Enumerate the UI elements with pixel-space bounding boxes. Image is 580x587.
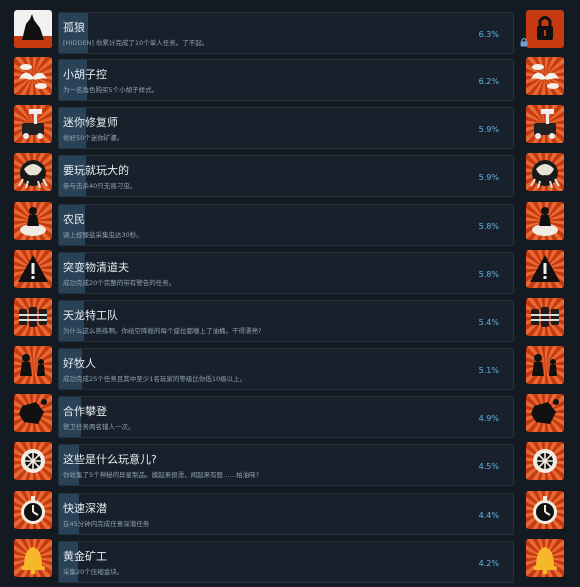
shepherd-icon: [526, 346, 564, 384]
achievement-panel: 迷你修复师修好50个迷你矿骡。 5.9%: [58, 107, 514, 149]
unlock-percent: 4.5%: [478, 462, 499, 471]
achievement-description: 修好50个迷你矿骡。: [63, 134, 124, 142]
achievement-description: 参与击杀40只无畏刁虫。: [63, 182, 137, 190]
achievement-description: 在45分钟内完成任意深潜任务: [63, 520, 150, 528]
barrels-icon: [14, 298, 52, 336]
repair-hammer-icon: [526, 105, 564, 143]
repair-hammer-icon: [14, 105, 52, 143]
shepherd-icon: [14, 346, 52, 384]
achievement-title: 黄金矿工: [63, 550, 107, 563]
achievement-panel: 要玩就玩大的参与击杀40只无畏刁虫。 5.9%: [58, 155, 514, 197]
achievement-title: 农民: [63, 213, 85, 226]
warning-icon: [526, 250, 564, 288]
achievement-description: 为什么这么熟练啊。你给空降舱的每个座位都缠上了油桶。干得漂亮?: [63, 327, 262, 335]
gold-bell-icon: [14, 539, 52, 577]
achievement-row[interactable]: 孤狼 [HIDDEN] 你累计完成了10个单人任务。了不起。 6.3%: [0, 10, 580, 58]
unlock-percent: 4.4%: [478, 511, 499, 520]
unlock-percent: 5.1%: [478, 366, 499, 375]
dreadnought-bug-icon: [526, 153, 564, 191]
stopwatch-icon: [14, 491, 52, 529]
achievement-row[interactable]: 迷你修复师修好50个迷你矿骡。 5.9%: [0, 105, 580, 153]
achievement-panel: 突变物清道夫成功完成20个完整的带有警告的任务。 5.8%: [58, 252, 514, 294]
achievement-panel: 黄金矿工采集20个压缩金块。 4.2%: [58, 541, 514, 583]
achievement-row[interactable]: 这些是什么玩意儿? 你收集了5个神秘的异星制品。摸起来很烫，闻起来有股……柏油味?…: [0, 442, 580, 490]
achievement-panel: 孤狼 [HIDDEN] 你累计完成了10个单人任务。了不起。 6.3%: [58, 12, 514, 54]
mustache-icon: [526, 57, 564, 95]
stopwatch-icon: [526, 491, 564, 529]
unlock-percent: 4.2%: [478, 559, 499, 568]
unlock-percent: 5.9%: [478, 173, 499, 182]
unlock-percent: 5.8%: [478, 270, 499, 279]
unlock-percent: 4.9%: [478, 414, 499, 423]
achievement-title: 天龙特工队: [63, 309, 118, 322]
achievement-description: 你收集了5个神秘的异星制品。摸起来很烫，闻起来有股……柏油味?: [63, 471, 260, 479]
unlock-percent: 5.9%: [478, 125, 499, 134]
achievement-description: 警卫任务两名辅人一次。: [63, 423, 135, 431]
gold-bell-icon: [526, 539, 564, 577]
artifact-cage-icon: [14, 442, 52, 480]
achievement-description: 为一名角色购买5个小胡子样式。: [63, 86, 159, 94]
farmer-ride-icon: [14, 202, 52, 240]
unlock-percent: 5.4%: [478, 318, 499, 327]
unlock-percent: 6.2%: [478, 77, 499, 86]
barrels-icon: [526, 298, 564, 336]
achievement-description: 成功完成20个完整的带有警告的任务。: [63, 279, 176, 287]
achievement-title: 突变物清道夫: [63, 261, 129, 274]
achievement-description: [HIDDEN] 你累计完成了10个单人任务。了不起。: [63, 39, 209, 47]
achievement-row[interactable]: 突变物清道夫成功完成20个完整的带有警告的任务。 5.8%: [0, 250, 580, 298]
achievement-row[interactable]: 天龙特工队为什么这么熟练啊。你给空降舱的每个座位都缠上了油桶。干得漂亮? 5.4%: [0, 298, 580, 346]
achievement-row[interactable]: 要玩就玩大的参与击杀40只无畏刁虫。 5.9%: [0, 153, 580, 201]
achievement-panel: 小胡子控为一名角色购买5个小胡子样式。 6.2%: [58, 59, 514, 101]
warning-icon: [14, 250, 52, 288]
mustache-icon: [14, 57, 52, 95]
achievement-title: 要玩就玩大的: [63, 164, 129, 177]
achievement-panel: 这些是什么玩意儿? 你收集了5个神秘的异星制品。摸起来很烫，闻起来有股……柏油味?…: [58, 444, 514, 486]
achievement-row[interactable]: 黄金矿工采集20个压缩金块。 4.2%: [0, 539, 580, 587]
wolf-howl-icon: [14, 10, 52, 48]
achievement-row[interactable]: 小胡子控为一名角色购买5个小胡子样式。 6.2%: [0, 57, 580, 105]
achievement-title: 迷你修复师: [63, 116, 118, 129]
achievement-title: 好牧人: [63, 357, 96, 370]
achievement-title: 合作攀登: [63, 405, 107, 418]
achievement-row[interactable]: 快速深潜在45分钟内完成任意深潜任务 4.4%: [0, 491, 580, 539]
achievement-description: 采集20个压缩金块。: [63, 568, 124, 576]
achievement-row[interactable]: 合作攀登警卫任务两名辅人一次。 4.9%: [0, 394, 580, 442]
achievement-title: 孤狼: [63, 21, 85, 34]
achievement-row[interactable]: 好牧人成功完成25个任务且其中至少1名玩家的等级比你低10级以上。 5.1%: [0, 346, 580, 394]
farmer-ride-icon: [526, 202, 564, 240]
achievement-panel: 合作攀登警卫任务两名辅人一次。 4.9%: [58, 396, 514, 438]
artifact-cage-icon: [526, 442, 564, 480]
achievement-panel: 天龙特工队为什么这么熟练啊。你给空降舱的每个座位都缠上了油桶。干得漂亮? 5.4%: [58, 300, 514, 342]
achievement-title: 快速深潜: [63, 502, 107, 515]
unlock-percent: 6.3%: [478, 30, 499, 39]
locked-achievement-icon: [526, 10, 564, 48]
lock-icon: [519, 32, 529, 47]
climb-boulder-icon: [14, 394, 52, 432]
achievement-description: 骑上蛭酸盐采集虫达30秒。: [63, 231, 143, 239]
achievement-description: 成功完成25个任务且其中至少1名玩家的等级比你低10级以上。: [63, 375, 247, 383]
unlock-percent: 5.8%: [478, 222, 499, 231]
achievement-row[interactable]: 农民骑上蛭酸盐采集虫达30秒。 5.8%: [0, 202, 580, 250]
achievement-panel: 好牧人成功完成25个任务且其中至少1名玩家的等级比你低10级以上。 5.1%: [58, 348, 514, 390]
achievement-title: 小胡子控: [63, 68, 107, 81]
achievement-panel: 快速深潜在45分钟内完成任意深潜任务 4.4%: [58, 493, 514, 535]
achievement-title: 这些是什么玩意儿?: [63, 453, 157, 466]
achievement-panel: 农民骑上蛭酸盐采集虫达30秒。 5.8%: [58, 204, 514, 246]
dreadnought-bug-icon: [14, 153, 52, 191]
climb-boulder-icon: [526, 394, 564, 432]
